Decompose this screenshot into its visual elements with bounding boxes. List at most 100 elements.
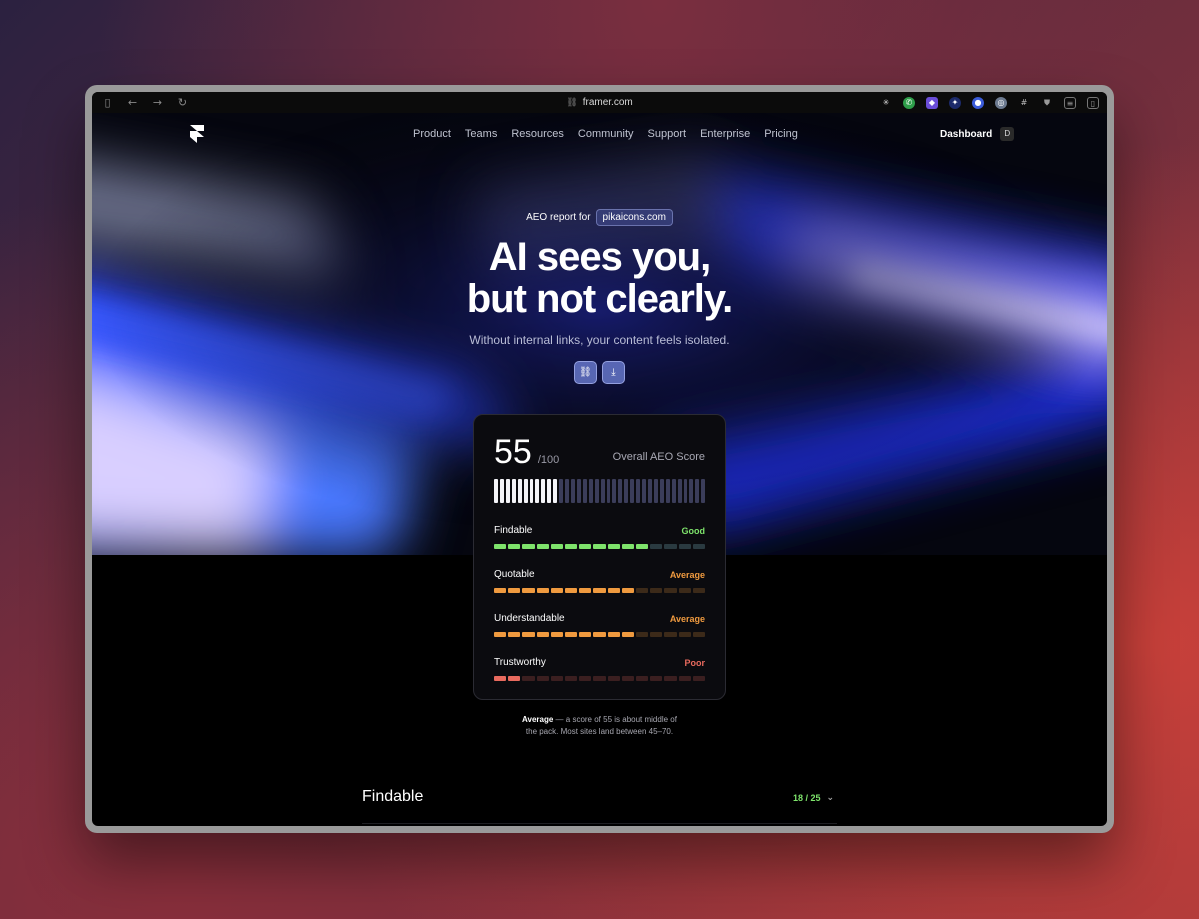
metric-segment: [593, 676, 606, 681]
score-label: Overall AEO Score: [612, 451, 705, 463]
sidebar-icon[interactable]: ▯: [101, 96, 114, 109]
link-icon: ⛓: [579, 367, 592, 378]
metric-segment: [650, 676, 663, 681]
score-tick: [499, 479, 504, 503]
section-title: Findable: [362, 788, 424, 805]
score-tick: [505, 479, 510, 503]
score-tick: [523, 479, 528, 503]
score-tick: [701, 479, 706, 503]
score-tick: [618, 479, 623, 503]
score-tick: [653, 479, 658, 503]
metric-segment: [579, 632, 592, 637]
metric-segment: [678, 632, 691, 637]
hero-actions: ⛓ ⤓: [574, 361, 625, 384]
score-tick: [612, 479, 617, 503]
nav-resources[interactable]: Resources: [511, 128, 564, 140]
metric-segment: [494, 544, 507, 549]
back-icon[interactable]: ←: [126, 96, 139, 109]
chrome-icon[interactable]: ◎: [995, 96, 1007, 109]
metric-segment: [536, 588, 549, 593]
metric-segment: [692, 588, 706, 593]
metric-bar: [494, 676, 706, 681]
metric-bar: [494, 588, 706, 593]
metric-segment: [522, 676, 535, 681]
nav-enterprise[interactable]: Enterprise: [700, 128, 750, 140]
whatsapp-icon[interactable]: ✆: [903, 96, 915, 109]
address-bar[interactable]: ⛓ framer.com: [566, 97, 632, 108]
split-view-icon[interactable]: ▯: [1087, 96, 1099, 109]
metric-segment: [565, 676, 578, 681]
metric-segment: [636, 588, 649, 593]
asterisk-icon[interactable]: ✳: [880, 97, 892, 109]
metric-name: Quotable: [494, 569, 535, 580]
score-tick: [517, 479, 522, 503]
metric-segment: [550, 544, 564, 549]
metric-segment: [607, 676, 620, 681]
report-prefix: AEO report for: [526, 212, 591, 223]
metric-segment: [522, 588, 535, 593]
top-navigation: Product Teams Resources Community Suppor…: [92, 113, 1107, 157]
score-card: 55 /100 Overall AEO Score Findable Good …: [473, 414, 726, 700]
copy-link-button[interactable]: ⛓: [574, 361, 597, 384]
shield-icon[interactable]: ⛊: [1041, 97, 1053, 109]
spark-icon[interactable]: ✦: [949, 96, 961, 109]
metric-segment: [536, 676, 549, 681]
metric-segment: [607, 588, 620, 593]
download-button[interactable]: ⤓: [602, 361, 625, 384]
score-tick: [535, 479, 540, 503]
score-tick: [553, 479, 558, 503]
score-max: /100: [537, 454, 560, 466]
framer-logo-icon[interactable]: [190, 125, 204, 143]
metric-segment: [565, 544, 578, 549]
metric-segment: [550, 588, 564, 593]
report-domain-badge: pikaicons.com: [595, 209, 673, 226]
download-icon: ⤓: [611, 367, 616, 378]
nav-product[interactable]: Product: [413, 128, 451, 140]
metric-segment: [664, 544, 677, 549]
metric-segment: [621, 676, 635, 681]
figma-icon[interactable]: ◆: [926, 96, 938, 109]
metric-segment: [579, 544, 592, 549]
score-tick: [594, 479, 599, 503]
hash-icon[interactable]: #: [1018, 97, 1030, 109]
metric-bar: [494, 632, 706, 637]
main-menu: Product Teams Resources Community Suppor…: [413, 128, 798, 140]
metric-name: Trustworthy: [494, 657, 546, 668]
metric-segment: [621, 632, 635, 637]
reader-icon[interactable]: ≡: [1064, 96, 1076, 109]
score-header: 55 /100 Overall AEO Score: [494, 433, 705, 471]
reload-icon[interactable]: ↻: [176, 96, 189, 109]
score-tick: [541, 479, 546, 503]
metric-segment: [664, 588, 677, 593]
metric-segment: [678, 544, 691, 549]
globe-icon[interactable]: ●: [972, 96, 984, 109]
metric-segment: [565, 588, 578, 593]
forward-icon[interactable]: →: [151, 96, 164, 109]
metric-segment: [621, 588, 635, 593]
metric-segment: [550, 676, 564, 681]
score-tick: [630, 479, 635, 503]
browser-window: ▯ ← → ↻ ⛓ framer.com ✳ ✆ ◆ ✦ ● ◎ # ⛊ ≡ ▯: [85, 85, 1114, 833]
metric-segment: [650, 588, 663, 593]
section-toggle[interactable]: 18 / 25 ⌄: [793, 793, 834, 803]
dashboard-label[interactable]: Dashboard: [940, 129, 992, 140]
score-tick: [665, 479, 670, 503]
avatar[interactable]: D: [1000, 127, 1015, 141]
nav-community[interactable]: Community: [578, 128, 634, 140]
score-tick: [677, 479, 682, 503]
link-icon: ⛓: [566, 97, 578, 108]
nav-support[interactable]: Support: [648, 128, 687, 140]
metric-segment: [522, 632, 535, 637]
nav-pricing[interactable]: Pricing: [764, 128, 798, 140]
metric-segment: [636, 544, 649, 549]
metric-segment: [650, 544, 663, 549]
nav-teams[interactable]: Teams: [465, 128, 497, 140]
metric-segment: [522, 544, 535, 549]
score-tick: [671, 479, 676, 503]
section-score: 18 / 25: [793, 793, 821, 803]
metric-segment: [579, 676, 592, 681]
dashboard-link[interactable]: Dashboard D: [940, 127, 1015, 141]
metric-segment: [678, 588, 691, 593]
metric-segment: [494, 676, 507, 681]
metric-quotable: Quotable Average: [494, 569, 706, 593]
